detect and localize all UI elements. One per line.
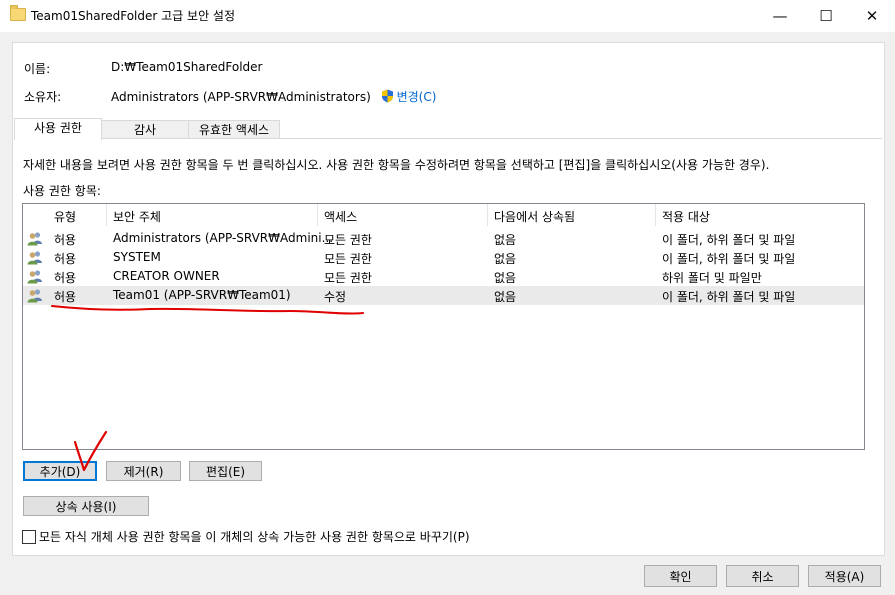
table-row[interactable]: 허용 CREATOR OWNER 모든 권한 없음 하위 폴더 및 파일만 (23, 267, 864, 286)
tab-divider (14, 138, 882, 139)
replace-child-permissions-label: 모든 자식 개체 사용 권한 항목을 이 개체의 상속 가능한 사용 권한 항목… (39, 530, 470, 544)
minimize-button[interactable]: — (757, 0, 803, 32)
close-button[interactable]: ✕ (849, 0, 895, 32)
column-header-type[interactable]: 유형 (54, 208, 76, 225)
cell-inherited: 없음 (494, 233, 517, 247)
cell-principal: Team01 (APP-SRVR₩Team01) (113, 288, 291, 302)
edit-button[interactable]: 편집(E) (189, 461, 262, 481)
column-header-principal[interactable]: 보안 주체 (113, 208, 161, 225)
cell-access: 모든 권한 (324, 233, 372, 247)
cell-applies: 이 폴더, 하위 폴더 및 파일 (662, 233, 796, 247)
tab-permissions[interactable]: 사용 권한 (14, 118, 102, 140)
title-bar: Team01SharedFolder 고급 보안 설정 — ☐ ✕ (0, 0, 895, 32)
ok-button[interactable]: 확인 (644, 565, 717, 587)
cell-type: 허용 (54, 233, 77, 247)
owner-row: Administrators (APP-SRVR₩Administrators)… (111, 88, 436, 105)
cell-principal: Administrators (APP-SRVR₩Admini... (113, 231, 334, 245)
cell-inherited: 없음 (494, 290, 517, 304)
maximize-button[interactable]: ☐ (803, 0, 849, 32)
table-row-selected[interactable]: 허용 Team01 (APP-SRVR₩Team01) 수정 없음 이 폴더, … (23, 286, 864, 305)
window-title: Team01SharedFolder 고급 보안 설정 (31, 9, 236, 23)
table-row[interactable]: 허용 SYSTEM 모든 권한 없음 이 폴더, 하위 폴더 및 파일 (23, 248, 864, 267)
cell-type: 허용 (54, 290, 77, 304)
remove-button[interactable]: 제거(R) (106, 461, 181, 481)
cell-access: 모든 권한 (324, 252, 372, 266)
cell-type: 허용 (54, 252, 77, 266)
users-icon (27, 251, 42, 265)
column-header-inherited[interactable]: 다음에서 상속됨 (494, 208, 575, 225)
column-header-access[interactable]: 액세스 (324, 208, 357, 225)
tab-auditing[interactable]: 감사 (101, 120, 189, 139)
enable-inheritance-button[interactable]: 상속 사용(I) (23, 496, 149, 516)
cell-principal: CREATOR OWNER (113, 269, 220, 283)
add-button[interactable]: 추가(D) (23, 461, 97, 481)
cell-inherited: 없음 (494, 271, 517, 285)
cell-principal: SYSTEM (113, 250, 161, 264)
name-label: 이름: (24, 62, 51, 76)
owner-label: 소유자: (24, 90, 62, 104)
table-row[interactable]: 허용 Administrators (APP-SRVR₩Admini... 모든… (23, 229, 864, 248)
cancel-button[interactable]: 취소 (726, 565, 799, 587)
apply-button[interactable]: 적용(A) (808, 565, 881, 587)
replace-child-permissions-checkbox[interactable] (22, 530, 36, 544)
permission-entries-list[interactable]: 유형 보안 주체 액세스 다음에서 상속됨 적용 대상 허용 Administr… (22, 203, 865, 450)
name-value: D:₩Team01SharedFolder (111, 60, 263, 74)
description-text: 자세한 내용을 보려면 사용 권한 항목을 두 번 클릭하십시오. 사용 권한 … (23, 158, 770, 172)
column-header-applies[interactable]: 적용 대상 (662, 208, 710, 225)
folder-icon (10, 5, 26, 21)
users-icon (27, 289, 42, 303)
uac-shield-icon (381, 89, 393, 103)
cell-applies: 이 폴더, 하위 폴더 및 파일 (662, 290, 796, 304)
cell-applies: 하위 폴더 및 파일만 (662, 271, 762, 285)
entries-label: 사용 권한 항목: (23, 184, 101, 198)
users-icon (27, 232, 42, 246)
cell-access: 모든 권한 (324, 271, 372, 285)
list-header: 유형 보안 주체 액세스 다음에서 상속됨 적용 대상 (23, 204, 864, 226)
cell-access: 수정 (324, 290, 347, 304)
cell-inherited: 없음 (494, 252, 517, 266)
users-icon (27, 270, 42, 284)
cell-applies: 이 폴더, 하위 폴더 및 파일 (662, 252, 796, 266)
tab-effective-access[interactable]: 유효한 액세스 (188, 120, 280, 139)
owner-value: Administrators (APP-SRVR₩Administrators) (111, 90, 371, 104)
cell-type: 허용 (54, 271, 77, 285)
change-owner-link[interactable]: 변경(C) (397, 90, 437, 104)
